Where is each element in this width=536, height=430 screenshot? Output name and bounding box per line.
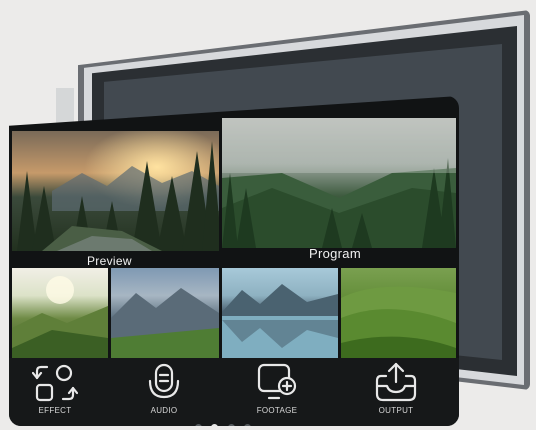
- footage-icon: [257, 363, 297, 400]
- effect-label: EFFECT: [38, 406, 72, 415]
- thumbnail-green-hills-sunrise[interactable]: [12, 268, 108, 360]
- thumbnail-1-scene: [12, 276, 108, 360]
- footage-button[interactable]: FOOTAGE: [237, 362, 317, 415]
- pager-dot[interactable]: [227, 424, 235, 426]
- thumbnail-mountain-meadow[interactable]: [111, 268, 219, 360]
- thumbnail-lake-reflection[interactable]: [222, 268, 338, 360]
- output-button[interactable]: OUTPUT: [356, 362, 436, 415]
- program-window[interactable]: [222, 118, 456, 248]
- thumbnail-strip: [12, 268, 456, 360]
- preview-window[interactable]: [12, 131, 219, 251]
- effect-button[interactable]: EFFECT: [15, 362, 95, 415]
- pager-dots: [195, 418, 256, 426]
- footage-label: FOOTAGE: [256, 406, 298, 415]
- tablet-device: Preview Program EFFECT AUDIO FOOTAGE OUT…: [9, 96, 459, 426]
- preview-scene: [12, 131, 219, 251]
- pager-dot[interactable]: [195, 424, 202, 426]
- program-label: Program: [309, 246, 361, 261]
- audio-button[interactable]: AUDIO: [124, 362, 204, 415]
- thumbnail-terraced-hills[interactable]: [341, 268, 456, 360]
- pager-dot[interactable]: [244, 424, 252, 426]
- program-scene: [222, 118, 456, 248]
- bottom-toolbar: EFFECT AUDIO FOOTAGE OUTPUT: [9, 358, 459, 426]
- output-label: OUTPUT: [378, 406, 414, 415]
- effect-icon: [32, 364, 78, 402]
- thumbnail-2-scene: [111, 288, 219, 360]
- thumbnail-4-scene: [341, 286, 456, 360]
- audio-label: AUDIO: [150, 406, 178, 415]
- output-icon: [375, 362, 417, 402]
- preview-label: Preview: [87, 254, 132, 268]
- thumbnail-3-scene: [222, 284, 338, 360]
- audio-icon: [148, 363, 180, 399]
- pager-dot-active[interactable]: [211, 424, 219, 426]
